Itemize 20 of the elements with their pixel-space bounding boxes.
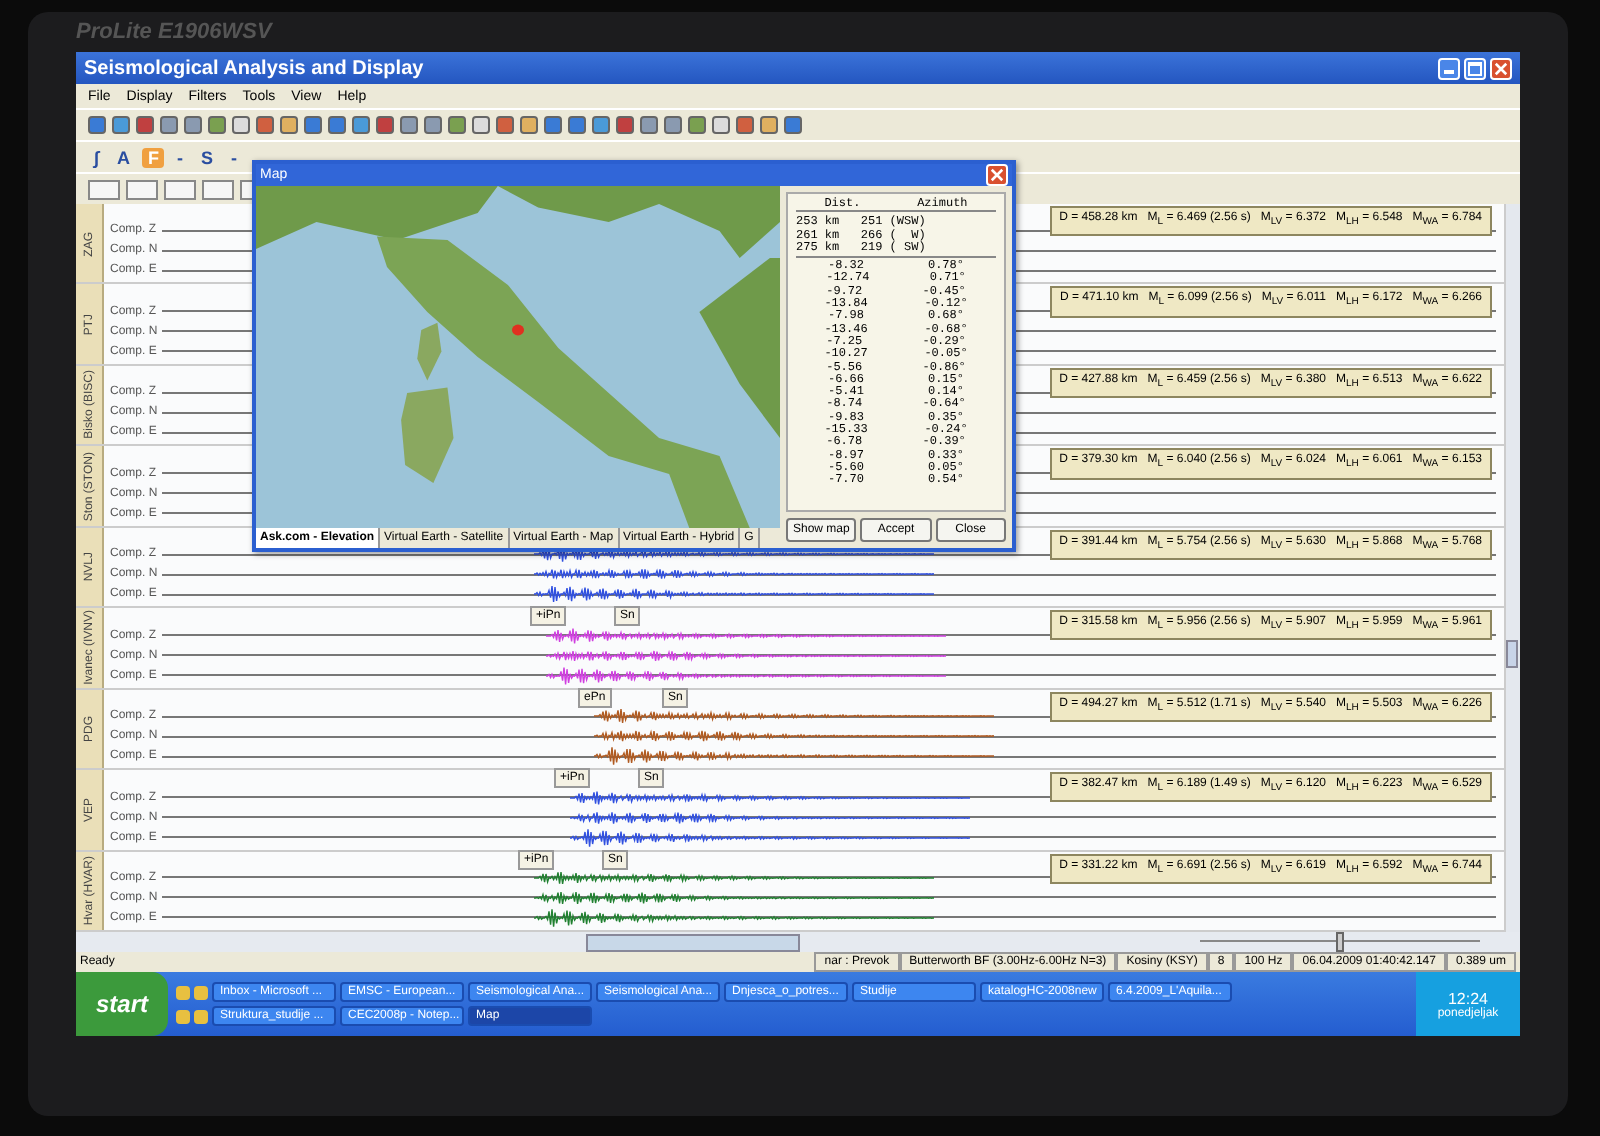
minimize-icon[interactable]: [1438, 57, 1460, 79]
toolbar-button[interactable]: -: [224, 147, 243, 167]
toolbar-button[interactable]: A: [110, 147, 136, 167]
clock-text: 12:24: [1447, 989, 1489, 1007]
close-icon[interactable]: [986, 164, 1008, 186]
filter-button[interactable]: [202, 179, 234, 199]
toolbar-button[interactable]: ∫: [88, 147, 105, 167]
window-title: Seismological Analysis and Display: [84, 57, 424, 79]
start-button[interactable]: start: [76, 972, 169, 1036]
toolbar-button[interactable]: S: [194, 147, 219, 167]
toolbar-button[interactable]: -: [170, 147, 189, 167]
close-icon[interactable]: [1490, 57, 1512, 79]
horizontal-scrollbar[interactable]: [586, 933, 800, 951]
monitor-brand: ProLite E1906WSV: [76, 20, 272, 48]
zoom-slider[interactable]: [1200, 932, 1480, 952]
vertical-scrollbar[interactable]: [1504, 204, 1520, 932]
filter-button[interactable]: [164, 179, 196, 199]
maximize-icon[interactable]: [1464, 57, 1486, 79]
filter-button[interactable]: [88, 179, 120, 199]
filter-button[interactable]: [126, 179, 158, 199]
